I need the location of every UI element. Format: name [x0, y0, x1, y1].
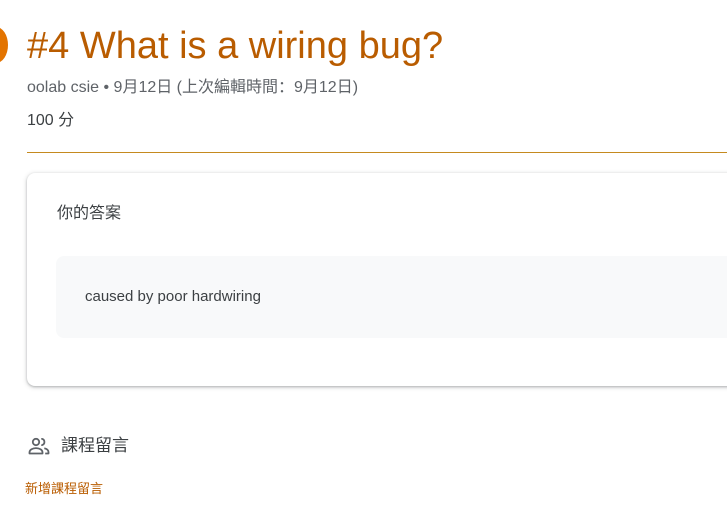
your-answer-heading: 你的答案 [57, 205, 122, 222]
class-comments-label: 課程留言 [61, 436, 129, 455]
your-answer-card: 你的答案 caused by poor hardwiring [27, 173, 727, 386]
add-class-comment-link[interactable]: 新增課程留言 [25, 480, 103, 498]
header-divider [27, 152, 727, 153]
assignment-meta: oolab csie • 9月12日 (上次編輯時間：9月12日) [27, 79, 359, 96]
people-icon [28, 437, 50, 455]
assignment-title: #4 What is a wiring bug? [27, 25, 444, 67]
answer-text: caused by poor hardwiring [85, 288, 261, 305]
answer-box: caused by poor hardwiring [56, 256, 727, 338]
assignment-points: 100 分 [27, 112, 75, 129]
class-comments-header: 課程留言 [27, 434, 129, 458]
assignment-icon [0, 27, 8, 63]
